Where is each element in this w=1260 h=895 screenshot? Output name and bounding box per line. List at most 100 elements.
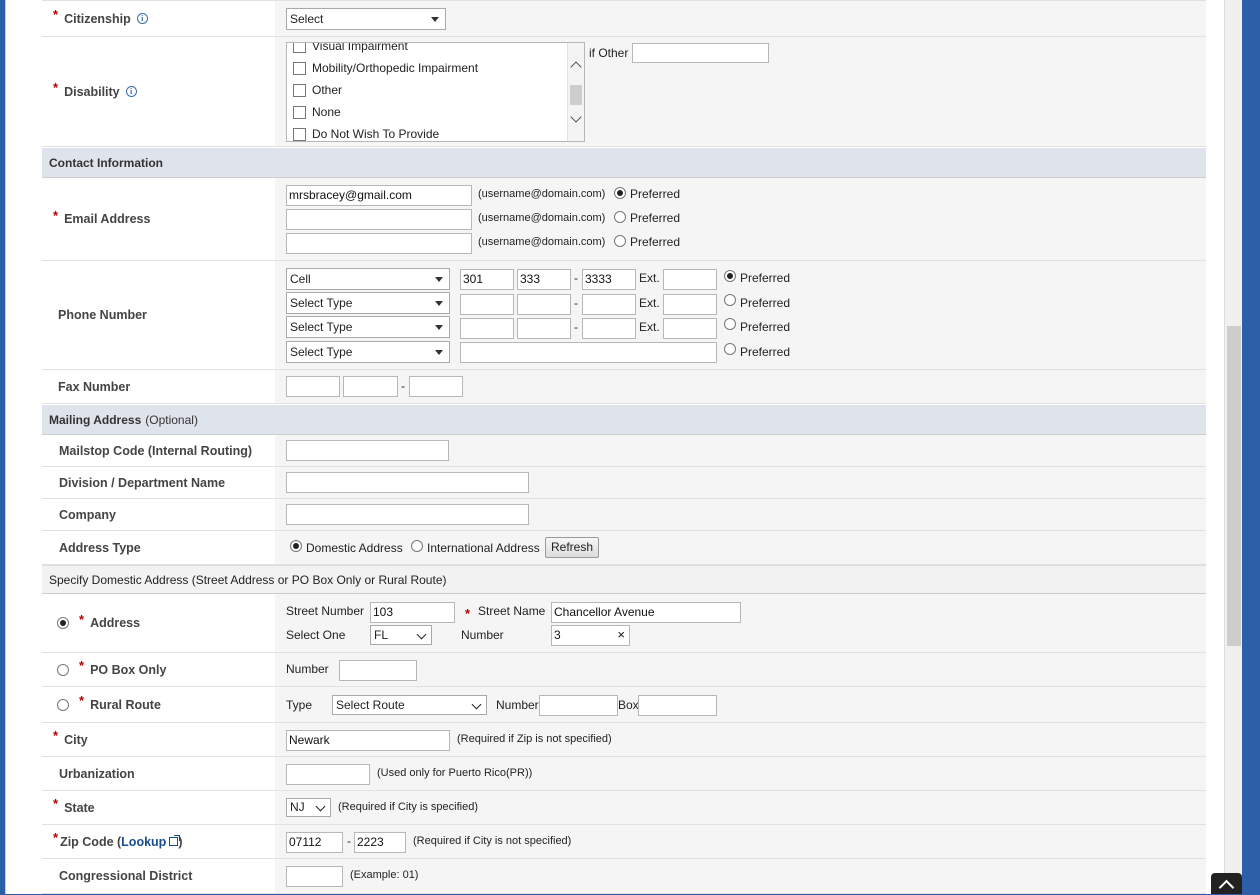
dropdown-arrow-icon xyxy=(435,277,443,282)
zip4-input[interactable]: 2223 xyxy=(354,832,406,853)
section-title: Contact Information xyxy=(49,155,163,170)
phone-preferred-radio-3[interactable] xyxy=(724,318,736,330)
phone-area-code-1[interactable]: 301 xyxy=(460,269,514,290)
phone-area-code-2[interactable] xyxy=(460,294,514,315)
fax-prefix[interactable] xyxy=(343,376,398,397)
state-hint: (Required if City is specified) xyxy=(338,801,478,813)
urbanization-input[interactable] xyxy=(286,764,370,785)
city-input[interactable]: Newark xyxy=(286,730,450,751)
scrollbar-thumb[interactable] xyxy=(570,85,582,105)
info-icon[interactable]: i xyxy=(125,86,137,97)
email-field-1[interactable]: mrsbracey@gmail.com xyxy=(286,185,472,206)
address-type-value-cell: Domestic Address International Address R… xyxy=(275,531,1206,564)
disability-option[interactable]: None xyxy=(293,105,341,120)
international-address-radio[interactable] xyxy=(411,540,423,552)
disability-option[interactable]: Visual Impairment xyxy=(293,43,408,54)
phone-type-select-1[interactable]: Cell xyxy=(286,268,450,290)
fax-area-code[interactable] xyxy=(286,376,340,397)
mailstop-input[interactable] xyxy=(286,440,449,461)
phone-type-select-4[interactable]: Select Type xyxy=(286,341,450,363)
checkbox[interactable] xyxy=(293,84,306,98)
email-field-2[interactable] xyxy=(286,209,472,230)
route-box-input[interactable] xyxy=(638,695,717,716)
page-scrollbar-thumb[interactable] xyxy=(1227,326,1241,646)
address-type-row: Address Type Domestic Address Internatio… xyxy=(42,531,1206,565)
required-marker: * xyxy=(79,658,85,673)
info-icon[interactable]: i xyxy=(136,13,148,24)
phone-preferred-radio-4[interactable] xyxy=(724,343,736,355)
urbanization-label: Urbanization xyxy=(59,766,135,781)
unit-type-select[interactable]: FL xyxy=(370,625,432,645)
rural-route-radio[interactable] xyxy=(57,698,69,711)
disability-row: * Disability i Visual Impairment Mobilit… xyxy=(42,37,1206,147)
listbox-scrollbar[interactable] xyxy=(567,43,584,141)
refresh-button[interactable]: Refresh xyxy=(545,537,600,558)
phone-prefix-3[interactable] xyxy=(517,318,571,339)
zip-value-cell: 07112 - 2223 (Required if City is not sp… xyxy=(275,825,1206,858)
street-name-input[interactable]: Chancellor Avenue xyxy=(551,602,741,623)
company-label: Company xyxy=(59,507,116,522)
back-to-top-icon[interactable] xyxy=(1211,873,1242,894)
page-scrollbar[interactable] xyxy=(1224,0,1242,894)
external-link-icon[interactable] xyxy=(169,835,181,846)
phone-ext-2[interactable] xyxy=(663,294,717,315)
state-select[interactable]: NJ xyxy=(286,798,331,817)
disability-option[interactable]: Do Not Wish To Provide xyxy=(293,127,439,141)
city-label-cell: * City xyxy=(42,723,275,756)
phone-prefix-1[interactable]: 333 xyxy=(517,269,571,290)
checkbox[interactable] xyxy=(293,62,306,76)
email-field-3[interactable] xyxy=(286,233,472,254)
disability-option[interactable]: Other xyxy=(293,83,342,98)
phone-ext-3[interactable] xyxy=(663,318,717,339)
disability-listbox[interactable]: Visual Impairment Mobility/Orthopedic Im… xyxy=(286,42,585,142)
congressional-district-input[interactable] xyxy=(286,866,343,887)
street-number-input[interactable]: 103 xyxy=(370,602,455,623)
scroll-down-icon[interactable] xyxy=(570,111,582,123)
zip-lookup-link[interactable]: Lookup xyxy=(121,835,166,849)
citizenship-label-cell: * Citizenship i xyxy=(42,1,275,36)
zip5-input[interactable]: 07112 xyxy=(286,832,343,853)
phone-prefix-2[interactable] xyxy=(517,294,571,315)
route-type-select[interactable]: Select Route xyxy=(332,695,487,715)
disability-label-cell: * Disability i xyxy=(42,37,275,146)
unit-number-input[interactable]: 3 × xyxy=(551,625,630,646)
checkbox[interactable] xyxy=(293,43,306,54)
phone-type-select-2[interactable]: Select Type xyxy=(286,292,450,314)
citizenship-row: * Citizenship i Select xyxy=(42,0,1206,37)
email-preferred-radio-1[interactable] xyxy=(614,187,626,199)
citizenship-select[interactable]: Select xyxy=(286,8,446,30)
division-input[interactable] xyxy=(286,472,529,493)
phone-preferred-radio-1[interactable] xyxy=(724,270,736,282)
phone-line-1[interactable]: 3333 xyxy=(582,269,636,290)
phone-preferred-radio-2[interactable] xyxy=(724,294,736,306)
email-label: Email Address xyxy=(64,212,151,226)
phone-international-number[interactable] xyxy=(460,342,717,363)
phone-line-3[interactable] xyxy=(582,318,636,339)
checkbox[interactable] xyxy=(293,106,306,120)
disability-option[interactable]: Mobility/Orthopedic Impairment xyxy=(293,61,479,76)
disability-other-input[interactable] xyxy=(632,43,769,63)
email-format-hint: (username@domain.com) xyxy=(478,188,606,200)
company-input[interactable] xyxy=(286,504,529,525)
email-preferred-radio-3[interactable] xyxy=(614,235,626,247)
fax-line[interactable] xyxy=(409,376,463,397)
clear-icon[interactable]: × xyxy=(617,627,625,642)
fax-value-cell: - xyxy=(275,370,1206,403)
phone-type-select-3[interactable]: Select Type xyxy=(286,316,450,338)
rural-route-row: * Rural Route Type Select Route Number B… xyxy=(42,687,1206,723)
mailstop-row: Mailstop Code (Internal Routing) xyxy=(42,435,1206,467)
phone-area-code-3[interactable] xyxy=(460,318,514,339)
route-number-input[interactable] xyxy=(539,695,618,716)
street-address-radio[interactable] xyxy=(57,617,69,629)
phone-line-2[interactable] xyxy=(582,294,636,315)
po-box-radio[interactable] xyxy=(57,663,69,676)
scroll-up-icon[interactable] xyxy=(570,61,582,73)
phone-ext-1[interactable] xyxy=(663,269,717,290)
disability-option-label: Mobility/Orthopedic Impairment xyxy=(312,61,479,75)
preferred-label: Preferred xyxy=(740,296,791,310)
citizenship-value-cell: Select xyxy=(275,1,1206,36)
email-preferred-radio-2[interactable] xyxy=(614,211,626,223)
checkbox[interactable] xyxy=(293,128,306,141)
po-box-number-input[interactable] xyxy=(339,660,417,681)
domestic-address-radio[interactable] xyxy=(290,540,302,552)
